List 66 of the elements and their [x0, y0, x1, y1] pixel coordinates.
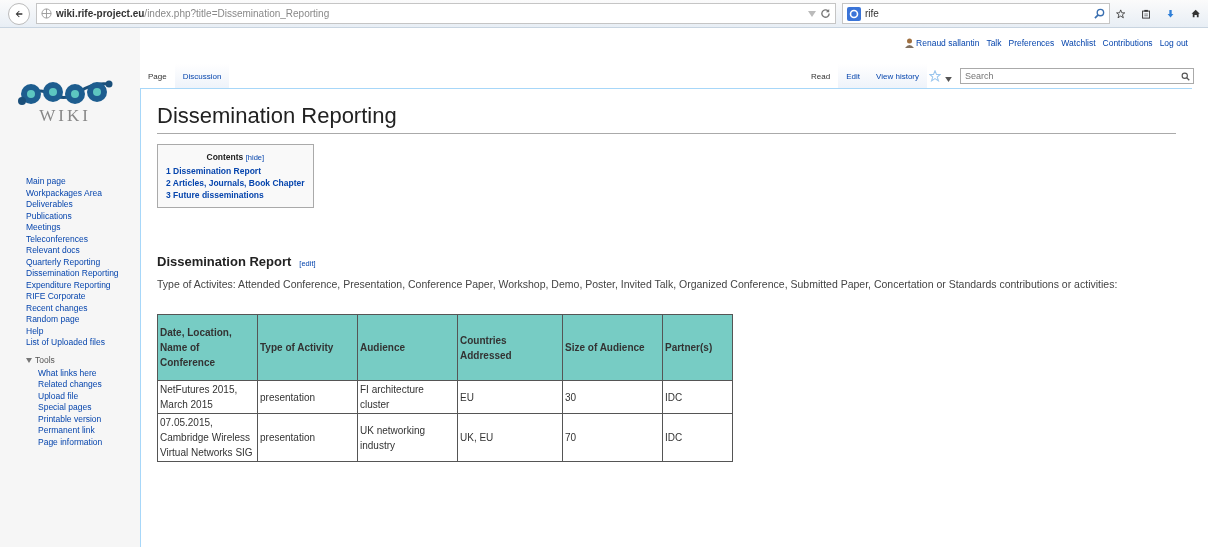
table-cell: 07.05.2015, Cambridge Wireless Virtual Networks SIG — [157, 413, 258, 462]
sidebar-link[interactable]: Main page — [26, 176, 140, 187]
tools-link[interactable]: Special pages — [38, 402, 140, 413]
toc-link[interactable]: 3 Future disseminations — [166, 189, 305, 201]
address-bar[interactable]: wiki.rife-project.eu/index.php?title=Dissemination_Reporting — [36, 3, 836, 24]
personal-link[interactable]: Log out — [1159, 38, 1188, 48]
page-title: Dissemination Reporting — [157, 97, 1176, 134]
reload-icon[interactable] — [820, 8, 831, 19]
tools-link[interactable]: Permanent link — [38, 425, 140, 436]
tools-link[interactable]: Page information — [38, 436, 140, 447]
watch-star-icon[interactable] — [929, 70, 941, 82]
table-cell: IDC — [662, 413, 733, 462]
table-cell: presentation — [257, 380, 358, 414]
sidebar-link[interactable]: Meetings — [26, 222, 140, 233]
google-icon — [847, 6, 861, 21]
table-cell: EU — [457, 380, 563, 414]
section-heading: Dissemination Report — [157, 254, 292, 269]
sidebar-link[interactable]: RIFE Corporate — [26, 291, 140, 302]
sidebar-link[interactable]: Publications — [26, 210, 140, 221]
caret-icon — [26, 357, 32, 363]
sidebar-link[interactable]: Quarterly Reporting — [26, 256, 140, 267]
table-cell: UK networking industry — [357, 413, 458, 462]
personal-link[interactable]: Watchlist — [1061, 38, 1096, 48]
search-icon[interactable] — [1094, 8, 1105, 19]
column-header: Countries Addressed — [457, 314, 563, 381]
table-cell: NetFutures 2015, March 2015 — [157, 380, 258, 414]
personal-link[interactable]: Contributions — [1102, 38, 1153, 48]
back-button[interactable] — [8, 2, 30, 25]
dropdown-icon[interactable] — [945, 77, 952, 82]
user-icon — [905, 38, 915, 48]
section-text: Type of Activites: Attended Conference, Presentation, Conference Paper, Workshop, Demo, Poster, Invited Talk, Organized Conference, Submitted Paper, Concertation or Standards contributions or activities: — [157, 277, 1119, 292]
user-link[interactable]: Renaud sallantin — [916, 38, 980, 48]
tools-link[interactable]: What links here — [38, 367, 140, 378]
table-cell: 30 — [562, 380, 663, 414]
globe-icon — [41, 8, 52, 19]
sidebar-link[interactable]: Workpackages Area — [26, 187, 140, 198]
column-header: Type of Activity — [257, 314, 358, 381]
toc-title: Contents — [206, 152, 244, 162]
table-cell: 70 — [562, 413, 663, 462]
sidebar-link[interactable]: Dissemination Reporting — [26, 268, 140, 279]
table-cell: UK, EU — [457, 413, 563, 462]
sidebar-link[interactable]: List of Uploaded files — [26, 337, 140, 348]
tools-link[interactable]: Printable version — [38, 413, 140, 424]
sidebar-link[interactable]: Deliverables — [26, 199, 140, 210]
sidebar-link[interactable]: Help — [26, 325, 140, 336]
sidebar-link[interactable]: Random page — [26, 314, 140, 325]
column-header: Audience — [357, 314, 458, 381]
table-cell: presentation — [257, 413, 358, 462]
toc-link[interactable]: 2 Articles, Journals, Book Chapter — [166, 177, 305, 189]
sidebar-link[interactable]: Expenditure Reporting — [26, 279, 140, 290]
tools-link[interactable]: Related changes — [38, 379, 140, 390]
personal-link[interactable]: Talk — [986, 38, 1002, 48]
column-header: Partner(s) — [662, 314, 733, 381]
toc-link[interactable]: 1 Dissemination Report — [166, 165, 305, 177]
sidebar-link[interactable]: Recent changes — [26, 302, 140, 313]
search-engine-field[interactable]: rife — [842, 3, 1110, 24]
search-field[interactable]: Search — [960, 68, 1194, 84]
table-cell: FI architecture cluster — [357, 380, 458, 414]
column-header: Date, Location, Name of Conference — [157, 314, 258, 381]
sidebar-link[interactable]: Relevant docs — [26, 245, 140, 256]
column-header: Size of Audience — [562, 314, 663, 381]
personal-link[interactable]: Preferences — [1008, 38, 1055, 48]
table-cell: IDC — [662, 380, 733, 414]
tools-link[interactable]: Upload file — [38, 390, 140, 401]
sidebar-link[interactable]: Teleconferences — [26, 233, 140, 244]
tools-toggle[interactable]: Tools — [26, 354, 140, 366]
